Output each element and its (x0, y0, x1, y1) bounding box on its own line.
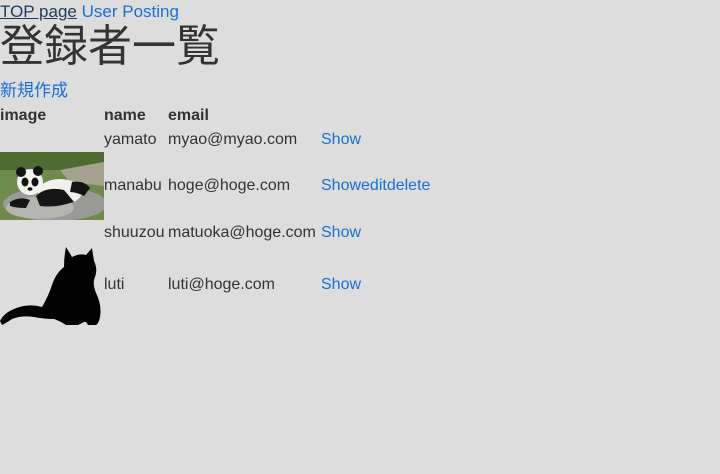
user-email: matuoka@hoge.com (168, 224, 316, 241)
actions-cell: Show (321, 221, 430, 245)
table-header-row: image name email (0, 104, 430, 128)
page-title: 登録者一覧 (0, 21, 220, 72)
panda-photo (0, 152, 104, 220)
user-name: yamato (104, 130, 157, 148)
user-email: myao@myao.com (168, 130, 298, 148)
header-actions (321, 104, 430, 128)
user-image-cell (0, 245, 104, 325)
header-image: image (0, 107, 47, 124)
edit-link[interactable]: edit (361, 177, 387, 194)
show-link[interactable]: Show (321, 177, 361, 194)
user-image-cell (0, 221, 104, 245)
actions-cell: Show (321, 128, 430, 151)
user-name: shuuzou (104, 224, 165, 241)
delete-link[interactable]: delete (387, 177, 431, 194)
user-posting-link[interactable]: User Posting (82, 2, 179, 21)
actions-cell: Show (321, 245, 430, 325)
user-email: luti@hoge.com (168, 276, 275, 293)
user-image-cell (0, 128, 104, 151)
top-page-link[interactable]: TOP page (0, 2, 77, 21)
user-image-cell (0, 151, 104, 221)
show-link[interactable]: Show (321, 224, 361, 241)
user-email: hoge@hoge.com (168, 177, 291, 194)
table-row: yamato myao@myao.com Show (0, 128, 430, 151)
table-row: manabu hoge@hoge.com Showeditdelete (0, 151, 430, 221)
user-name: luti (104, 276, 125, 293)
cat-silhouette (0, 247, 101, 325)
header-email: email (168, 107, 209, 124)
show-link[interactable]: Show (321, 131, 361, 148)
users-table: image name email yamato myao@myao.com Sh… (0, 104, 430, 325)
table-row: luti luti@hoge.com Show (0, 245, 430, 325)
show-link[interactable]: Show (321, 276, 361, 293)
table-row: shuuzou matuoka@hoge.com Show (0, 221, 430, 245)
new-user-link[interactable]: 新規作成 (0, 80, 68, 102)
header-name: name (104, 107, 146, 124)
actions-cell: Showeditdelete (321, 151, 430, 221)
user-name: manabu (104, 177, 162, 194)
